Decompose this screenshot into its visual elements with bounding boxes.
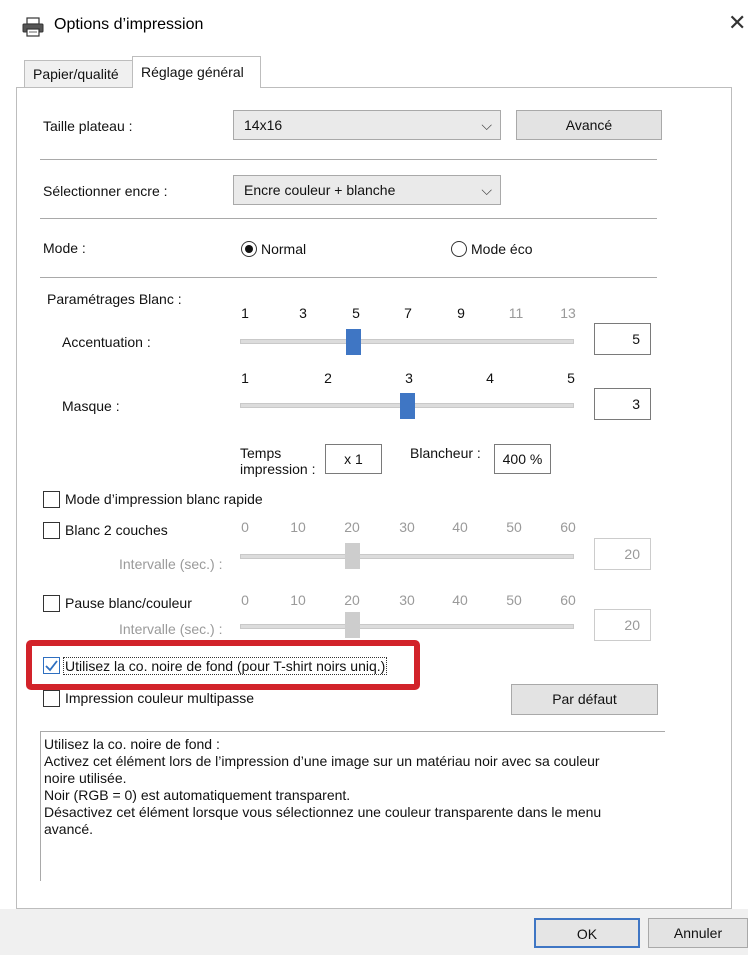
fast-white-checkbox[interactable]	[43, 491, 60, 508]
platen-value: 14x16	[244, 117, 283, 133]
double-white-interval-label: Intervalle (sec.) :	[119, 556, 223, 572]
highlight-frame	[26, 640, 420, 690]
ok-button[interactable]: OK	[534, 918, 640, 948]
print-time-value[interactable]: x 1	[325, 444, 382, 474]
double-white-tick: 10	[290, 519, 306, 535]
window-title: Options d’impression	[54, 16, 204, 33]
mask-tick: 2	[324, 370, 332, 386]
ink-label: Sélectionner encre :	[43, 183, 168, 199]
divider	[40, 277, 657, 278]
pause-label: Pause blanc/couleur	[65, 595, 192, 611]
chevron-down-icon: ⌵	[481, 117, 492, 133]
mask-tick: 1	[241, 370, 249, 386]
pause-tick: 60	[560, 592, 576, 608]
pause-tick: 30	[399, 592, 415, 608]
mask-value[interactable]: 3	[594, 388, 651, 420]
accentuation-value[interactable]: 5	[594, 323, 651, 355]
mode-normal-radio[interactable]	[241, 241, 257, 257]
pause-tick: 40	[452, 592, 468, 608]
close-icon[interactable]: ✕	[728, 12, 746, 34]
double-white-checkbox[interactable]	[43, 522, 60, 539]
mode-label: Mode :	[43, 240, 86, 256]
printer-icon	[22, 17, 44, 37]
pause-interval-label: Intervalle (sec.) :	[119, 621, 223, 637]
double-white-interval-value[interactable]: 20	[594, 538, 651, 570]
print-time-label-line1: Temps	[240, 445, 282, 461]
mode-eco-radio[interactable]	[451, 241, 467, 257]
advanced-button[interactable]: Avancé	[516, 110, 662, 140]
description-line: Utilisez la co. noire de fond :	[44, 736, 220, 752]
double-white-tick: 60	[560, 519, 576, 535]
pause-tick: 0	[241, 592, 249, 608]
pause-tick: 10	[290, 592, 306, 608]
cancel-button[interactable]: Annuler	[648, 918, 748, 948]
accentuation-track	[240, 339, 574, 344]
whiteness-value[interactable]: 400 %	[494, 444, 551, 474]
accent-tick: 5	[352, 305, 360, 321]
tab-reglage-general[interactable]: Réglage général	[132, 56, 261, 88]
default-button[interactable]: Par défaut	[511, 684, 658, 715]
mask-slider-thumb[interactable]	[400, 393, 415, 419]
divider	[40, 159, 657, 160]
platen-select[interactable]: 14x16 ⌵	[233, 110, 501, 140]
pause-tick: 20	[344, 592, 360, 608]
whiteness-label: Blancheur :	[410, 445, 481, 461]
pause-interval-value[interactable]: 20	[594, 609, 651, 641]
mode-normal-label: Normal	[261, 241, 307, 257]
divider	[40, 218, 657, 219]
accent-tick: 13	[560, 305, 576, 321]
double-white-tick: 0	[241, 519, 249, 535]
chevron-down-icon: ⌵	[481, 182, 492, 198]
description-line: avancé.	[44, 821, 94, 837]
accentuation-slider-thumb[interactable]	[346, 329, 361, 355]
double-white-label: Blanc 2 couches	[65, 522, 168, 538]
description-box: Utilisez la co. noire de fond : Activez …	[40, 731, 665, 881]
pause-slider-thumb[interactable]	[345, 612, 360, 638]
description-line: Désactivez cet élément lorsque vous séle…	[44, 804, 602, 820]
double-white-tick: 30	[399, 519, 415, 535]
double-white-tick: 20	[344, 519, 360, 535]
pause-track	[240, 624, 574, 629]
white-settings-label: Paramétrages Blanc :	[47, 291, 182, 307]
pause-checkbox[interactable]	[43, 595, 60, 612]
accent-tick: 9	[457, 305, 465, 321]
accent-tick: 7	[404, 305, 412, 321]
mask-label: Masque :	[62, 398, 120, 414]
mask-tick: 3	[405, 370, 413, 386]
ink-value: Encre couleur + blanche	[244, 182, 396, 198]
multipass-label: Impression couleur multipasse	[65, 690, 255, 706]
accentuation-label: Accentuation :	[62, 334, 151, 350]
description-line: Noir (RGB = 0) est automatiquement trans…	[44, 787, 351, 803]
mode-eco-label: Mode éco	[471, 241, 533, 257]
tab-papier-qualite[interactable]: Papier/qualité	[24, 60, 133, 87]
radio-dot	[245, 245, 253, 253]
fast-white-label: Mode d’impression blanc rapide	[65, 491, 263, 507]
mask-tick: 5	[567, 370, 575, 386]
double-white-slider-thumb[interactable]	[345, 543, 360, 569]
multipass-checkbox[interactable]	[43, 690, 60, 707]
ink-select[interactable]: Encre couleur + blanche ⌵	[233, 175, 501, 205]
platen-label: Taille plateau :	[43, 118, 133, 134]
description-line: noire utilisée.	[44, 770, 127, 786]
description-line: Activez cet élément lors de l’impression…	[44, 753, 600, 769]
accent-tick: 11	[508, 305, 524, 321]
double-white-track	[240, 554, 574, 559]
pause-tick: 50	[506, 592, 522, 608]
accent-tick: 3	[299, 305, 307, 321]
double-white-tick: 50	[506, 519, 522, 535]
double-white-tick: 40	[452, 519, 468, 535]
mask-tick: 4	[486, 370, 494, 386]
print-time-label-line2: impression :	[240, 461, 316, 477]
accent-tick: 1	[241, 305, 249, 321]
